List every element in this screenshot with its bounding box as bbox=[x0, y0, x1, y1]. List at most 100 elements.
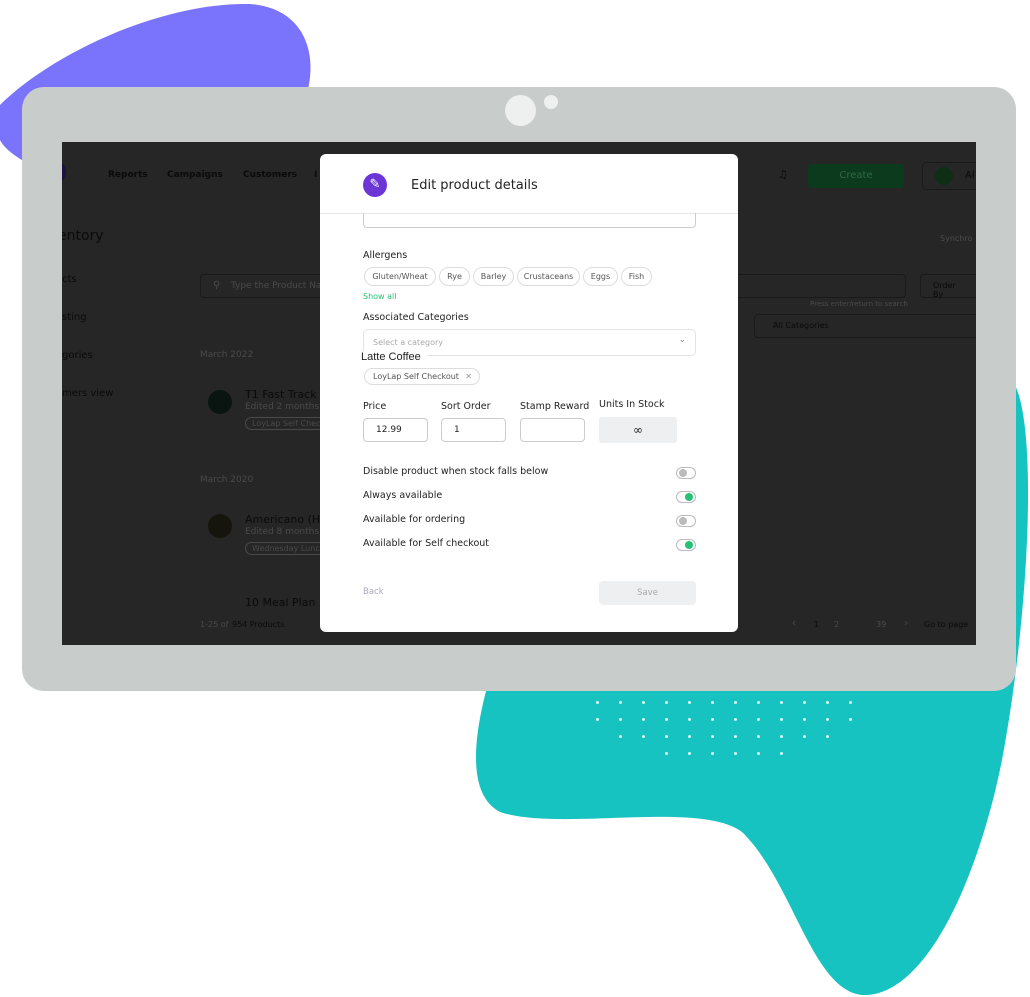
selected-category-chip: LoyLap Self Checkout ✕ bbox=[364, 368, 480, 385]
modal-title: Edit product details bbox=[411, 178, 538, 193]
description-textarea[interactable] bbox=[363, 213, 696, 228]
latte-coffee-label: Latte Coffee bbox=[361, 351, 427, 363]
dot bbox=[688, 701, 691, 704]
categories-filter[interactable]: All Categories bbox=[754, 314, 976, 338]
dot bbox=[619, 701, 622, 704]
product-name[interactable]: 10 Meal Plan bbox=[245, 596, 315, 609]
product-name[interactable]: Americano (Ho bbox=[245, 513, 327, 526]
prev-page-icon[interactable]: ‹ bbox=[792, 618, 796, 629]
close-icon[interactable]: ✕ bbox=[465, 369, 472, 384]
dot bbox=[803, 718, 806, 721]
dot bbox=[757, 701, 760, 704]
avatar bbox=[935, 167, 953, 185]
show-all-link[interactable]: Show all bbox=[363, 292, 396, 301]
create-button[interactable]: Create bbox=[808, 164, 904, 188]
nav-customers[interactable]: Customers bbox=[243, 170, 297, 180]
dot bbox=[803, 701, 806, 704]
dot bbox=[849, 718, 852, 721]
category-placeholder: Select a category bbox=[373, 338, 444, 347]
dot bbox=[596, 718, 599, 721]
page-2[interactable]: 2 bbox=[834, 620, 839, 629]
allergen-chip[interactable]: Rye bbox=[439, 267, 470, 286]
available-ordering-toggle[interactable] bbox=[676, 515, 696, 527]
toggle-label: Always available bbox=[363, 490, 443, 501]
search-icon: ⚲ bbox=[213, 280, 221, 291]
logo-icon bbox=[62, 162, 66, 182]
dot bbox=[688, 752, 691, 755]
allergen-chip[interactable]: Eggs bbox=[583, 267, 618, 286]
always-available-toggle[interactable] bbox=[676, 491, 696, 503]
account-name: Al bbox=[965, 170, 975, 181]
sidebar-item-customers-view[interactable]: mers view bbox=[62, 388, 113, 399]
disable-below-stock-toggle[interactable] bbox=[676, 467, 696, 479]
dot bbox=[619, 735, 622, 738]
dot bbox=[803, 735, 806, 738]
allergen-chip[interactable]: Crustaceans bbox=[517, 267, 580, 286]
account-button[interactable]: Al bbox=[922, 162, 976, 190]
product-name[interactable]: T1 Fast Track bbox=[245, 388, 317, 401]
chevron-down-icon: ⌄ bbox=[678, 335, 686, 345]
dot bbox=[734, 701, 737, 704]
product-thumbnail bbox=[208, 514, 232, 538]
sync-label[interactable]: Synchro bbox=[940, 234, 972, 243]
dot bbox=[780, 752, 783, 755]
dot bbox=[826, 701, 829, 704]
dot bbox=[826, 718, 829, 721]
dot bbox=[757, 752, 760, 755]
edit-product-modal: ✎ Edit product details Allergens Gluten/… bbox=[320, 154, 738, 632]
toggle-label: Available for Self checkout bbox=[363, 538, 490, 549]
page-1[interactable]: 1 bbox=[814, 620, 819, 629]
nav-inventory[interactable]: I bbox=[314, 170, 317, 180]
bell-icon[interactable]: ♫ bbox=[778, 168, 788, 181]
page-title: entory bbox=[62, 228, 104, 244]
pencil-icon: ✎ bbox=[363, 173, 387, 197]
available-self-checkout-toggle[interactable] bbox=[676, 539, 696, 551]
price-input[interactable]: 12.99 bbox=[363, 418, 428, 442]
next-page-icon[interactable]: › bbox=[904, 618, 908, 629]
nav-campaigns[interactable]: Campaigns bbox=[167, 170, 223, 180]
dot bbox=[734, 752, 737, 755]
toggle-label: Disable product when stock falls below bbox=[363, 466, 549, 477]
units-in-stock-label: Units In Stock bbox=[599, 399, 665, 410]
order-by-select[interactable]: Order By bbox=[920, 274, 976, 299]
allergen-chip[interactable]: Gluten/Wheat bbox=[364, 267, 436, 286]
dot bbox=[711, 718, 714, 721]
product-tag: Wednesday Lunch bbox=[245, 542, 332, 555]
allergen-chip[interactable]: Barley bbox=[473, 267, 514, 286]
dot bbox=[665, 718, 668, 721]
nav-reports[interactable]: Reports bbox=[108, 170, 148, 180]
stamp-reward-input[interactable] bbox=[520, 418, 585, 442]
stamp-reward-label: Stamp Reward bbox=[520, 401, 590, 412]
allergens-label: Allergens bbox=[363, 250, 408, 261]
search-placeholder: Type the Product Na bbox=[231, 281, 322, 291]
units-in-stock-field[interactable]: ∞ bbox=[599, 417, 677, 443]
dot bbox=[711, 752, 714, 755]
count-prefix: 1-25 of bbox=[200, 620, 229, 629]
dot bbox=[642, 735, 645, 738]
dot bbox=[642, 718, 645, 721]
go-to-page[interactable]: Go to page bbox=[924, 620, 968, 629]
dot bbox=[665, 701, 668, 704]
dot bbox=[711, 701, 714, 704]
product-edited: Edited 8 months bbox=[245, 527, 320, 537]
dot bbox=[780, 735, 783, 738]
allergen-chip[interactable]: Fish bbox=[621, 267, 652, 286]
categories-label: Associated Categories bbox=[363, 312, 469, 323]
sidebar-item-products[interactable]: cts bbox=[62, 274, 77, 285]
group-date: March 2020 bbox=[200, 475, 254, 485]
back-button[interactable]: Back bbox=[363, 587, 384, 597]
selected-category-label: LoyLap Self Checkout bbox=[373, 372, 459, 381]
dot bbox=[619, 718, 622, 721]
page-last[interactable]: 39 bbox=[876, 620, 886, 629]
dot bbox=[757, 735, 760, 738]
toggle-label: Available for ordering bbox=[363, 514, 466, 525]
dot bbox=[711, 735, 714, 738]
camera-sensor-icon bbox=[544, 95, 558, 109]
dot bbox=[780, 701, 783, 704]
sidebar-item-listing[interactable]: sting bbox=[62, 312, 87, 323]
sort-order-input[interactable]: 1 bbox=[441, 418, 506, 442]
save-button[interactable]: Save bbox=[599, 581, 696, 605]
product-thumbnail bbox=[208, 390, 232, 414]
sidebar-item-categories[interactable]: gories bbox=[62, 350, 93, 361]
dot bbox=[849, 701, 852, 704]
